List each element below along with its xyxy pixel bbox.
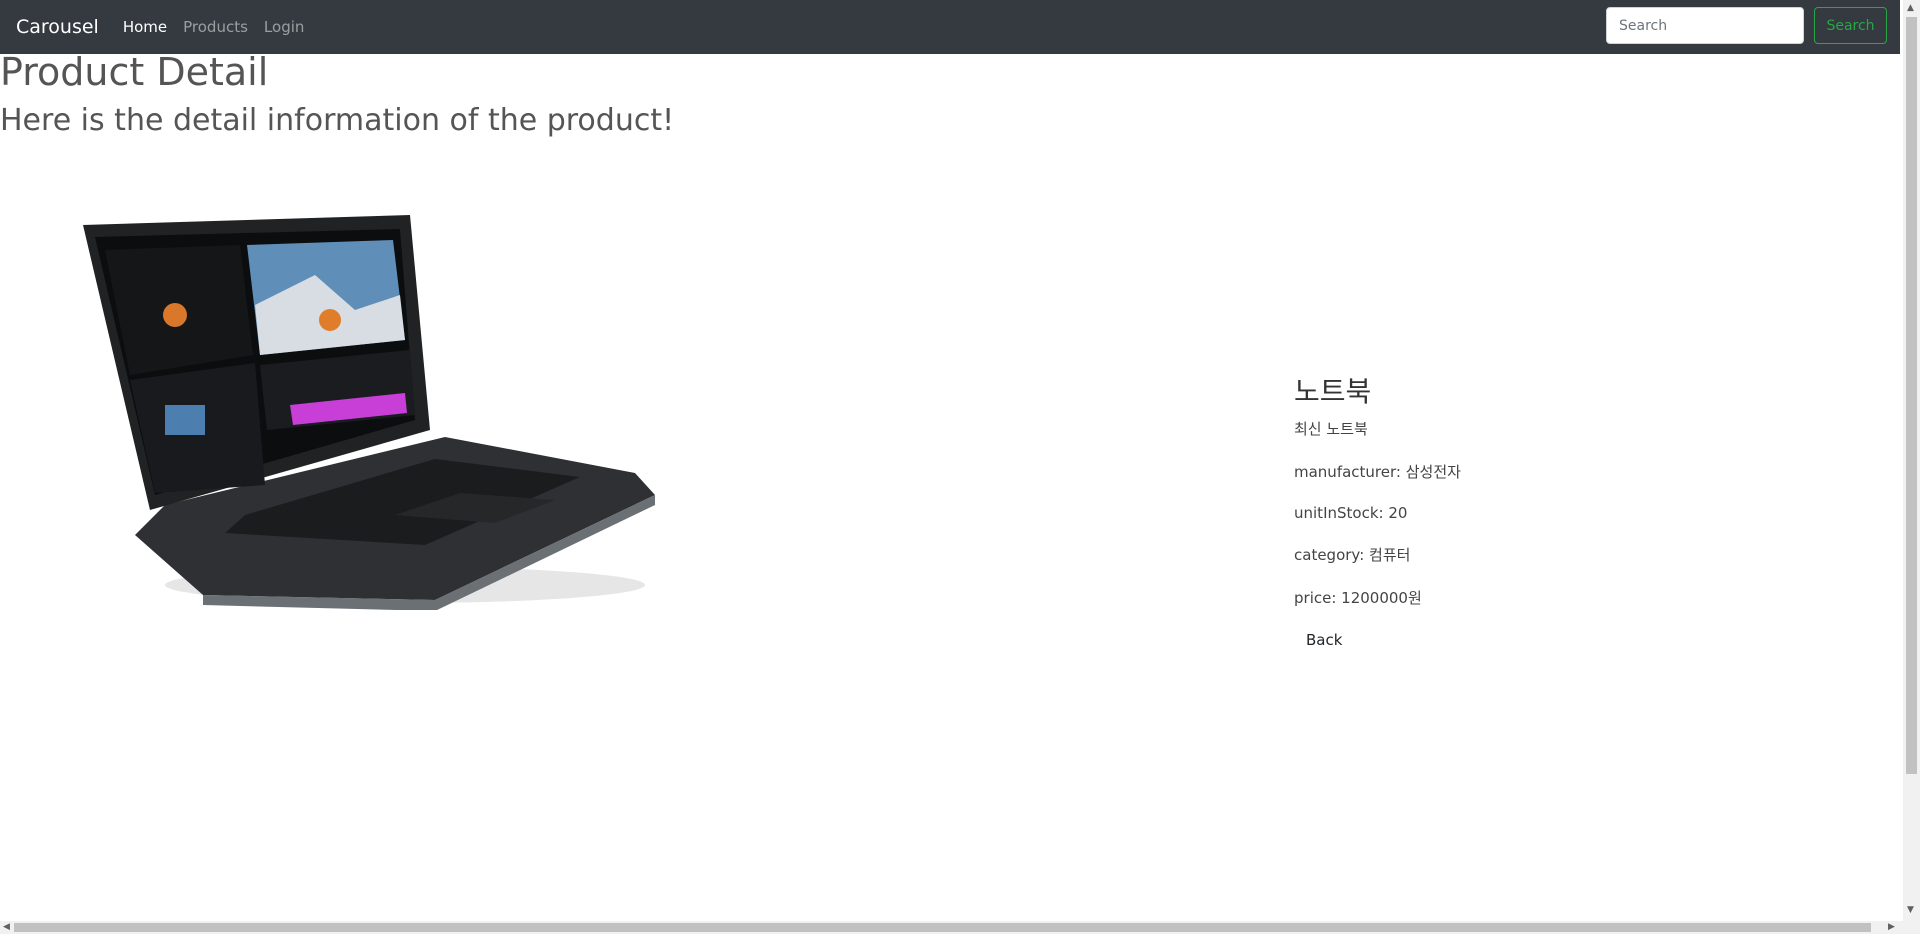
scroll-down-arrow-icon[interactable]: ▼ [1907,906,1914,915]
brand-link[interactable]: Carousel [16,16,99,38]
page-title: Product Detail [0,50,269,94]
scroll-right-arrow-icon[interactable]: ▶ [1888,923,1895,932]
page-subtitle: Here is the detail information of the pr… [0,103,675,138]
product-description: 최신 노트북 [1294,420,1368,438]
back-button[interactable]: Back [1306,631,1342,649]
product-image [83,215,655,610]
nav-home-link[interactable]: Home [123,18,167,36]
product-name: 노트북 [1294,375,1372,408]
vertical-scrollbar[interactable]: ▲ ▼ [1903,0,1920,934]
product-category: category: 컴퓨터 [1294,546,1411,564]
top-navbar: Carousel Home Products Login Search [0,0,1900,54]
nav-products-link[interactable]: Products [183,18,248,36]
scroll-up-arrow-icon[interactable]: ▲ [1907,4,1914,13]
search-button[interactable]: Search [1814,7,1887,44]
product-details: 노트북 최신 노트북 manufacturer: 삼성전자 unitInStoc… [1294,370,1461,649]
product-price: price: 1200000원 [1294,589,1422,607]
horizontal-scrollbar-thumb[interactable] [14,923,1871,932]
horizontal-scrollbar[interactable]: ◀ ▶ [0,921,1903,934]
vertical-scrollbar-thumb[interactable] [1906,17,1917,774]
product-manufacturer: manufacturer: 삼성전자 [1294,463,1461,481]
product-unit-in-stock: unitInStock: 20 [1294,504,1408,522]
nav-login-link[interactable]: Login [264,18,304,36]
scroll-left-arrow-icon[interactable]: ◀ [3,923,10,932]
search-input[interactable] [1606,7,1804,44]
